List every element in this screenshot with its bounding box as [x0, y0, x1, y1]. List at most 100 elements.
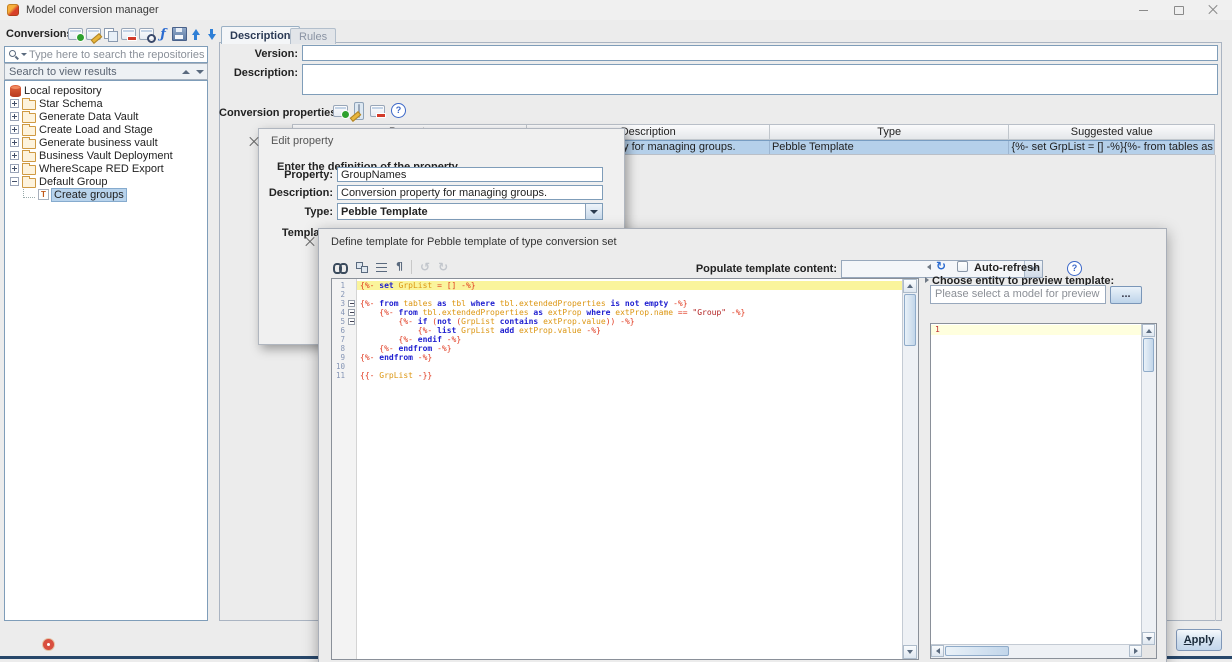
move-up-icon[interactable]: [190, 28, 203, 41]
edit-conversion-icon[interactable]: [86, 28, 101, 40]
copy-conversion-icon[interactable]: [104, 28, 118, 41]
expand-panel-icon[interactable]: [925, 277, 929, 283]
edit-property-button[interactable]: [354, 102, 364, 120]
next-result-button[interactable]: [193, 66, 207, 78]
repository-search-input[interactable]: Type here to search the repositories: [4, 46, 208, 63]
preview-horizontal-scrollbar[interactable]: [931, 644, 1142, 658]
tab-rules[interactable]: Rules: [290, 28, 336, 44]
conversion-properties-toolbar: ?: [333, 103, 406, 118]
code-line-7[interactable]: 7 {%- endif -%}: [332, 335, 902, 344]
code-text: {{- GrpList -}}: [357, 371, 432, 380]
code-line-8[interactable]: 8 {%- endfrom -%}: [332, 344, 902, 353]
expand-icon[interactable]: [10, 112, 19, 121]
tree-item-default-group[interactable]: Default Group: [5, 175, 207, 188]
add-conversion-icon[interactable]: [68, 28, 83, 40]
scrollbar-corner: [1142, 645, 1156, 658]
folder-icon: [22, 139, 36, 149]
tree-item-generate-data-vault[interactable]: Generate Data Vault: [5, 110, 207, 123]
expand-icon[interactable]: [10, 164, 19, 173]
maximize-icon[interactable]: [1164, 0, 1194, 20]
tree-item-star-schema[interactable]: Star Schema: [5, 97, 207, 110]
import-function-icon[interactable]: [157, 28, 169, 41]
app-icon: [7, 4, 19, 16]
tab-description[interactable]: Description: [221, 26, 300, 44]
remove-property-icon[interactable]: [370, 105, 385, 117]
search-options-caret-icon[interactable]: [21, 53, 27, 56]
version-input[interactable]: [302, 45, 1218, 61]
tree-item-business-vault-deployment[interactable]: Business Vault Deployment: [5, 149, 207, 162]
fold-marker-icon[interactable]: [347, 299, 357, 308]
scrollbar-thumb[interactable]: [904, 294, 916, 346]
code-text: {%- from tbl.extendedProperties as extPr…: [357, 308, 745, 317]
find-icon[interactable]: [333, 261, 348, 273]
tree-item-local-repository[interactable]: Local repository: [5, 84, 207, 97]
remove-conversion-icon[interactable]: [121, 28, 136, 40]
column-header-suggested-value[interactable]: Suggested value: [1009, 125, 1214, 140]
tree-item-generate-business-vault[interactable]: Generate business vault: [5, 136, 207, 149]
collapse-panel-icon[interactable]: [927, 264, 931, 270]
structure-icon[interactable]: [356, 261, 368, 273]
code-line-5[interactable]: 5 {%- if (not (GrpList contains extProp.…: [332, 317, 902, 326]
chevron-down-icon[interactable]: [585, 204, 602, 219]
template-code-editor[interactable]: 1{%- set GrpList = [] -%}23{%- from tabl…: [331, 278, 919, 660]
tree-item-create-load-and-stage[interactable]: Create Load and Stage: [5, 123, 207, 136]
template-preview-pane[interactable]: 1: [930, 323, 1157, 659]
scroll-down-icon[interactable]: [903, 645, 917, 659]
code-line-10[interactable]: 10: [332, 362, 902, 371]
expand-icon[interactable]: [10, 125, 19, 134]
auto-refresh-checkbox[interactable]: [957, 261, 968, 272]
refresh-preview-icon[interactable]: ↻: [936, 260, 946, 272]
code-line-2[interactable]: 2: [332, 290, 902, 299]
scroll-up-icon[interactable]: [903, 279, 917, 293]
scroll-down-icon[interactable]: [1142, 632, 1155, 645]
code-line-6[interactable]: 6 {%- list GrpList add extProp.value -%}: [332, 326, 902, 335]
fold-marker-icon[interactable]: [347, 308, 357, 317]
formatting-marks-icon[interactable]: ¶: [396, 261, 403, 273]
column-header-type[interactable]: Type: [770, 125, 1009, 140]
editor-vertical-scrollbar[interactable]: [902, 279, 918, 659]
fold-marker-icon[interactable]: [347, 317, 357, 326]
description-input[interactable]: Conversion property for managing groups.: [337, 185, 603, 200]
scroll-left-icon[interactable]: [931, 645, 944, 657]
collapse-icon[interactable]: [10, 177, 19, 186]
expand-icon[interactable]: [10, 151, 19, 160]
entity-preview-field[interactable]: Please select a model for preview: [930, 285, 1106, 304]
preview-vertical-scrollbar[interactable]: [1141, 324, 1156, 645]
move-down-icon[interactable]: [206, 28, 219, 41]
help-icon[interactable]: ?: [391, 103, 406, 118]
code-line-1[interactable]: 1{%- set GrpList = [] -%}: [332, 281, 902, 290]
search-placeholder: Type here to search the repositories: [29, 49, 204, 61]
tree-item-create-groups[interactable]: T Create groups: [5, 188, 207, 201]
cell-suggested-value: {%- set GrpList = [] -%}{%- from tables …: [1009, 141, 1214, 154]
repository-tree: Local repository Star Schema Generate Da…: [4, 80, 208, 621]
dialog-title: Edit property: [271, 135, 333, 147]
apply-button[interactable]: Apply: [1176, 629, 1222, 651]
line-number: 7: [332, 335, 347, 344]
scroll-up-icon[interactable]: [1142, 324, 1155, 337]
scrollbar-thumb[interactable]: [1143, 338, 1154, 372]
close-icon[interactable]: [1198, 0, 1228, 20]
edit-property-icon: [358, 104, 360, 118]
scroll-right-icon[interactable]: [1129, 645, 1142, 657]
expand-icon[interactable]: [10, 99, 19, 108]
type-dropdown[interactable]: Pebble Template: [337, 203, 603, 220]
code-line-4[interactable]: 4 {%- from tbl.extendedProperties as ext…: [332, 308, 902, 317]
minimize-icon[interactable]: [1128, 0, 1158, 20]
save-icon[interactable]: [172, 27, 187, 41]
tree-item-wherescape-red-export[interactable]: WhereScape RED Export: [5, 162, 207, 175]
browse-model-button[interactable]: ...: [1110, 286, 1142, 304]
add-property-icon[interactable]: [333, 105, 348, 117]
scrollbar-thumb[interactable]: [945, 646, 1009, 656]
description-input[interactable]: [302, 64, 1218, 95]
word-wrap-icon[interactable]: [376, 261, 388, 273]
preview-conversion-icon[interactable]: [139, 28, 154, 40]
help-icon[interactable]: ?: [1067, 261, 1082, 276]
code-line-9[interactable]: 9{%- endfrom -%}: [332, 353, 902, 362]
version-label: Version:: [218, 48, 298, 60]
type-label: Type:: [263, 206, 333, 218]
expand-icon[interactable]: [10, 138, 19, 147]
code-line-11[interactable]: 11{{- GrpList -}}: [332, 371, 902, 380]
property-input[interactable]: GroupNames: [337, 167, 603, 182]
previous-result-button[interactable]: [179, 66, 193, 78]
code-line-3[interactable]: 3{%- from tables as tbl where tbl.extend…: [332, 299, 902, 308]
